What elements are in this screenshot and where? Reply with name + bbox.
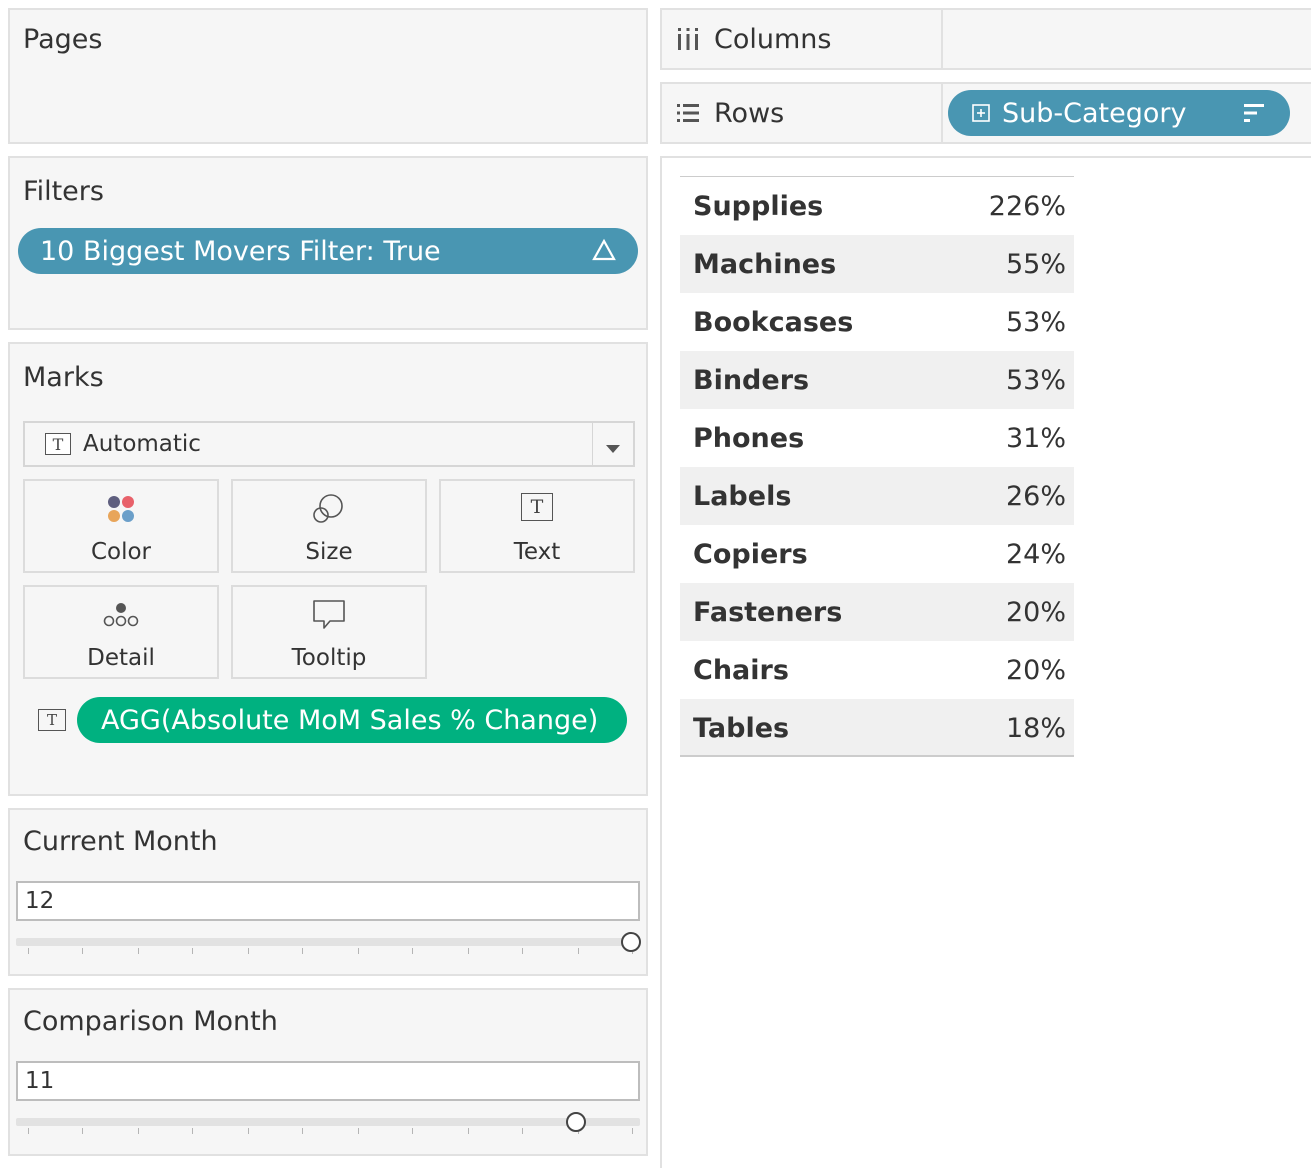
text-field-pill-label: AGG(Absolute MoM Sales % Change)	[101, 704, 599, 736]
row-name: Machines	[693, 248, 837, 280]
row-value: 31%	[1005, 422, 1066, 454]
row-name: Copiers	[693, 538, 808, 570]
comparison-month-title: Comparison Month	[23, 1006, 278, 1037]
comparison-month-slider-handle[interactable]	[566, 1112, 586, 1132]
tooltip-icon	[312, 599, 346, 635]
columns-icon	[676, 27, 700, 51]
columns-shelf-text: Columns	[714, 23, 832, 55]
chevron-down-icon[interactable]	[605, 439, 621, 458]
row-value: 55%	[1005, 248, 1066, 280]
row-value: 20%	[1005, 654, 1066, 686]
row-name: Chairs	[693, 654, 789, 686]
detail-button[interactable]: Detail	[23, 585, 219, 679]
row-value: 18%	[1005, 712, 1066, 744]
table-row[interactable]: Binders 53%	[680, 351, 1074, 409]
table-row[interactable]: Tables 18%	[680, 699, 1074, 757]
size-button-label: Size	[305, 539, 353, 565]
marks-card[interactable]: Marks T Automatic Color Size T Text Deta…	[8, 342, 648, 796]
row-value: 53%	[1005, 306, 1066, 338]
delta-icon	[592, 238, 616, 269]
current-month-title: Current Month	[23, 826, 218, 857]
color-button[interactable]: Color	[23, 479, 219, 573]
dropdown-divider	[592, 423, 593, 465]
row-name: Supplies	[693, 190, 824, 222]
filter-pill-label: 10 Biggest Movers Filter: True	[40, 235, 441, 267]
marks-title: Marks	[23, 362, 104, 393]
sub-category-pill-label: Sub-Category	[1002, 97, 1187, 129]
row-value: 24%	[1005, 538, 1066, 570]
mark-type-dropdown[interactable]: T Automatic	[23, 421, 635, 467]
comparison-month-slider-track[interactable]	[16, 1118, 640, 1126]
sub-category-pill[interactable]: Sub-Category	[948, 90, 1290, 136]
table-row[interactable]: Supplies 226%	[680, 177, 1074, 235]
text-field-pill[interactable]: AGG(Absolute MoM Sales % Change)	[77, 697, 627, 743]
size-button[interactable]: Size	[231, 479, 427, 573]
rows-shelf-text: Rows	[714, 97, 785, 129]
row-value: 20%	[1005, 596, 1066, 628]
table-row[interactable]: Copiers 24%	[680, 525, 1074, 583]
filter-pill-biggest-movers[interactable]: 10 Biggest Movers Filter: True	[18, 228, 638, 274]
color-icon	[105, 493, 137, 529]
text-mark-icon: T	[38, 709, 66, 731]
tooltip-button[interactable]: Tooltip	[231, 585, 427, 679]
rows-shelf-label: Rows	[660, 82, 944, 144]
row-name: Phones	[693, 422, 805, 454]
row-value: 26%	[1005, 480, 1066, 512]
current-month-card: Current Month 12	[8, 808, 648, 976]
detail-button-label: Detail	[87, 645, 155, 671]
row-name: Bookcases	[693, 306, 854, 338]
filters-card[interactable]: Filters 10 Biggest Movers Filter: True	[8, 156, 648, 330]
current-month-slider-track[interactable]	[16, 938, 640, 946]
row-name: Labels	[693, 480, 792, 512]
pages-card[interactable]: Pages	[8, 8, 648, 144]
columns-shelf-drop-area[interactable]	[941, 8, 1311, 70]
text-mark-type-icon: T	[45, 433, 71, 455]
row-value: 226%	[988, 190, 1066, 222]
text-icon: T	[521, 493, 553, 521]
row-name: Tables	[693, 712, 790, 744]
detail-icon	[102, 599, 140, 633]
table-row[interactable]: Bookcases 53%	[680, 293, 1074, 351]
comparison-month-card: Comparison Month 11	[8, 988, 648, 1156]
comparison-month-input[interactable]: 11	[16, 1061, 640, 1101]
tooltip-button-label: Tooltip	[291, 645, 367, 671]
expand-plus-icon[interactable]	[972, 104, 990, 122]
table-row[interactable]: Labels 26%	[680, 467, 1074, 525]
current-month-slider-handle[interactable]	[621, 932, 641, 952]
text-button-label: Text	[513, 539, 561, 565]
filters-title: Filters	[23, 176, 104, 207]
mark-type-label: Automatic	[83, 431, 201, 457]
table-row[interactable]: Fasteners 20%	[680, 583, 1074, 641]
table-row[interactable]: Machines 55%	[680, 235, 1074, 293]
row-name: Binders	[693, 364, 810, 396]
sort-descending-icon[interactable]	[1242, 103, 1266, 123]
columns-shelf-label: Columns	[660, 8, 944, 70]
size-icon	[312, 493, 346, 529]
row-name: Fasteners	[693, 596, 843, 628]
pages-title: Pages	[23, 24, 103, 55]
table-row[interactable]: Chairs 20%	[680, 641, 1074, 699]
row-value: 53%	[1005, 364, 1066, 396]
rows-icon	[676, 102, 700, 124]
text-button[interactable]: T Text	[439, 479, 635, 573]
current-month-input[interactable]: 12	[16, 881, 640, 921]
table-bottom-rule	[680, 755, 1074, 757]
table-row[interactable]: Phones 31%	[680, 409, 1074, 467]
color-button-label: Color	[90, 539, 152, 565]
